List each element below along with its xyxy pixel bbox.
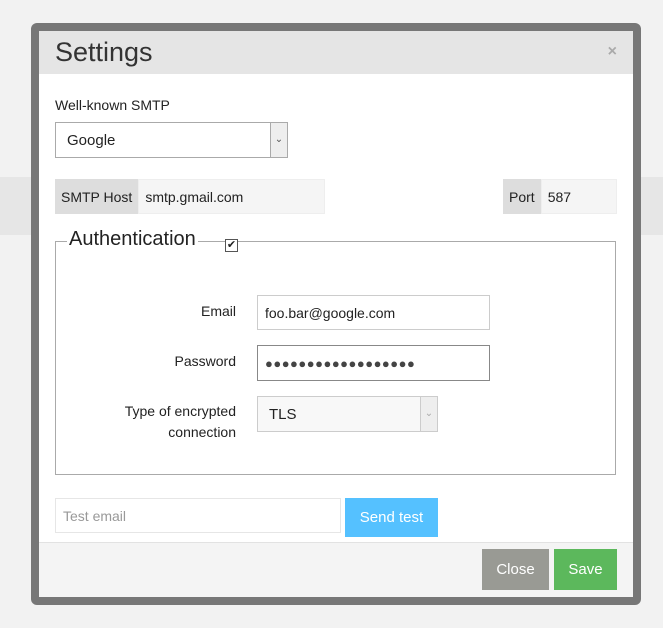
encryption-label-1: Type of encrypted: [124, 403, 236, 419]
port-label: Port: [503, 179, 541, 214]
chevron-down-icon: ⌄: [270, 123, 287, 157]
chevron-down-icon: ⌄: [420, 397, 437, 431]
well-known-smtp-select[interactable]: Google ⌄: [55, 122, 288, 158]
password-input[interactable]: ●●●●●●●●●●●●●●●●●●: [257, 345, 490, 381]
modal-footer: Close Save: [39, 542, 633, 597]
port-group: Port 587: [503, 179, 617, 214]
encryption-value: TLS: [269, 406, 297, 423]
authentication-checkbox[interactable]: ✔: [225, 239, 238, 252]
smtp-select-value: Google: [67, 132, 116, 149]
send-test-button[interactable]: Send test: [345, 498, 438, 537]
close-icon[interactable]: ×: [608, 43, 617, 61]
modal-header: Settings ×: [39, 31, 633, 74]
authentication-legend: Authentication: [67, 228, 198, 251]
save-button[interactable]: Save: [554, 549, 617, 590]
smtp-host-input[interactable]: smtp.gmail.com: [138, 179, 325, 214]
modal-title: Settings: [55, 37, 153, 67]
port-input[interactable]: 587: [540, 179, 617, 214]
password-label: Password: [174, 353, 236, 369]
smtp-select-label: Well-known SMTP: [55, 97, 170, 113]
test-email-input[interactable]: Test email: [55, 498, 341, 533]
settings-modal: Settings × Well-known SMTP Google ⌄ SMTP…: [31, 23, 641, 605]
email-label: Email: [200, 303, 236, 319]
close-button[interactable]: Close: [482, 549, 549, 590]
encryption-label-2: connection: [168, 424, 236, 440]
email-input[interactable]: foo.bar@google.com: [257, 295, 490, 330]
smtp-host-label: SMTP Host: [55, 179, 139, 214]
smtp-host-group: SMTP Host smtp.gmail.com: [55, 179, 325, 214]
encryption-select[interactable]: TLS ⌄: [257, 396, 438, 432]
